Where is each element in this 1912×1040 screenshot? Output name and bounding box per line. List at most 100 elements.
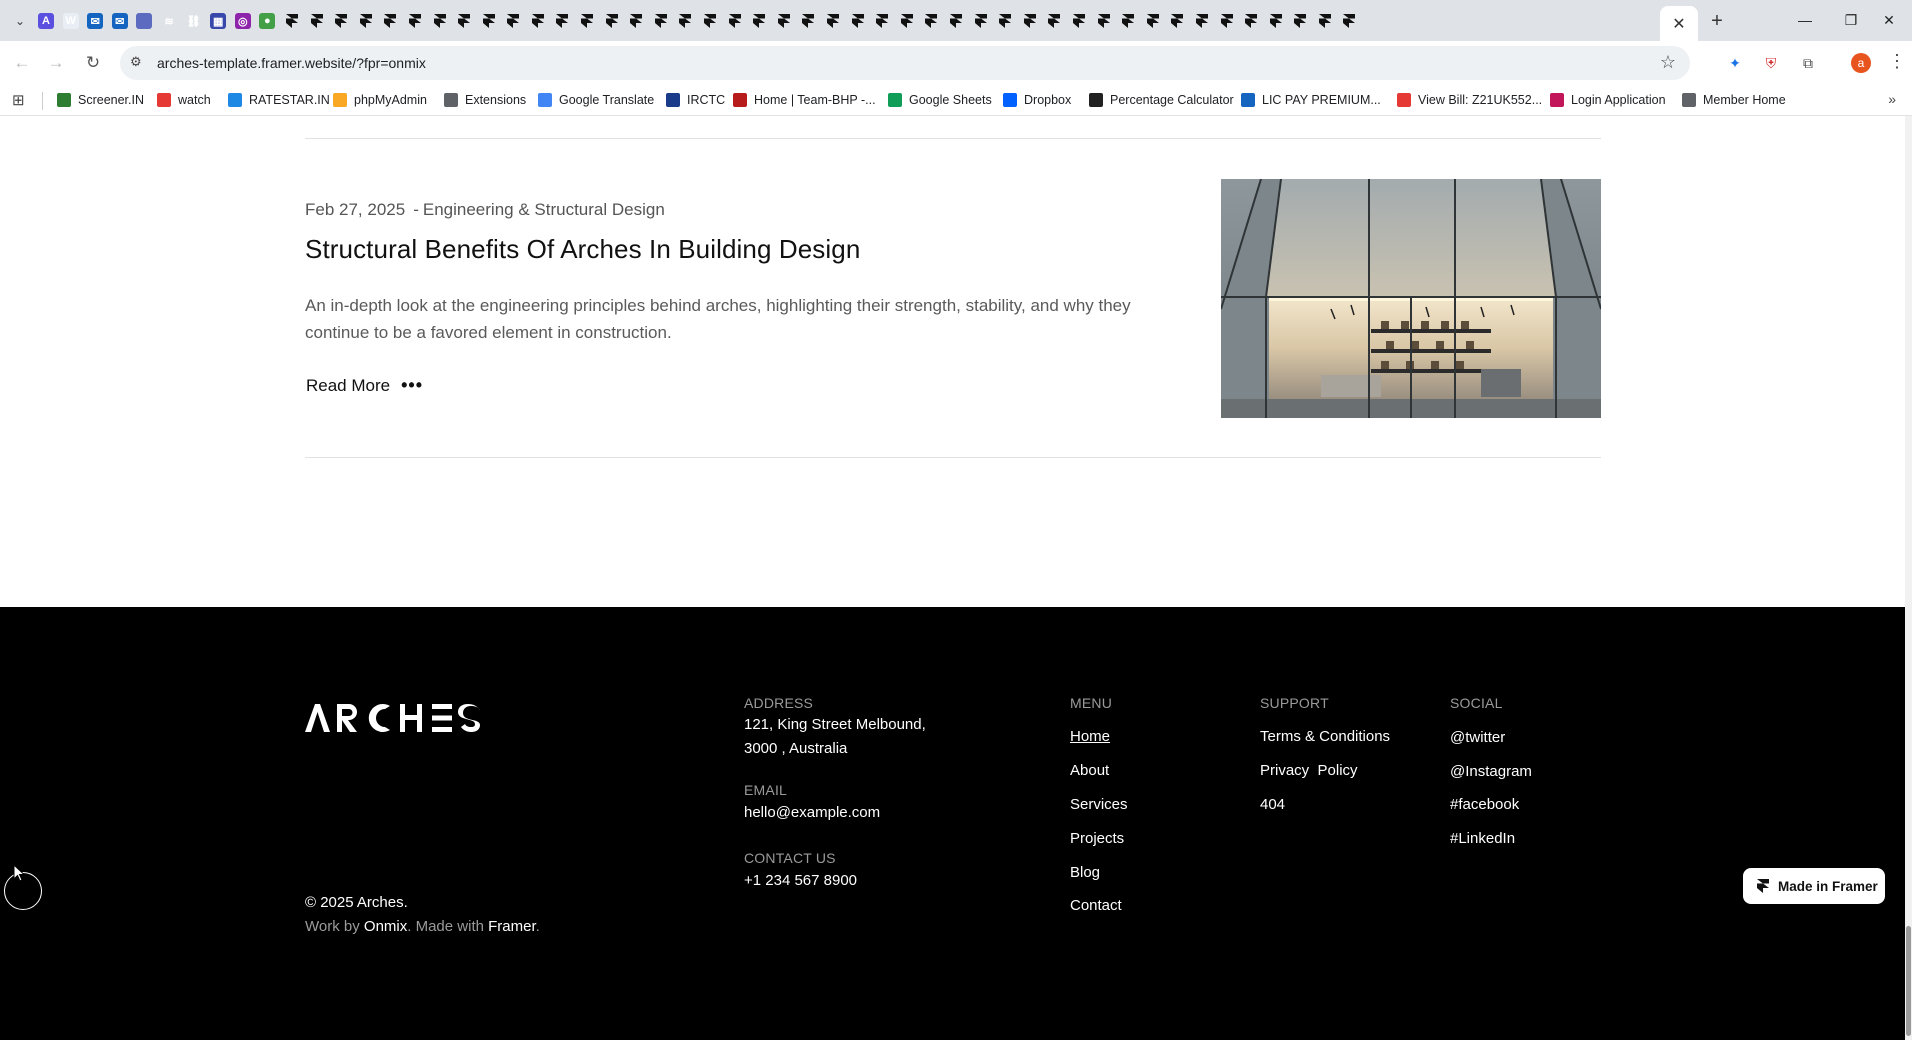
- bookmark-item[interactable]: watch: [157, 91, 211, 109]
- apps-grid-icon[interactable]: ⊞: [12, 93, 28, 109]
- pinned-tab-favicon[interactable]: ⛓: [185, 13, 202, 29]
- framer-tab-favicon[interactable]: [1096, 13, 1112, 29]
- framer-tab-favicon[interactable]: [973, 13, 989, 29]
- framer-tab-favicon[interactable]: [923, 13, 939, 29]
- bookmark-item[interactable]: View Bill: Z21UK552...: [1397, 91, 1542, 109]
- pinned-tab-favicon[interactable]: ◎: [234, 13, 251, 29]
- post-title[interactable]: Structural Benefits Of Arches In Buildin…: [305, 234, 860, 265]
- avatar[interactable]: a: [1851, 53, 1871, 73]
- framer-tab-favicon[interactable]: [1243, 13, 1259, 29]
- onmix-link[interactable]: Onmix: [364, 918, 407, 935]
- framer-tab-favicon[interactable]: [776, 13, 792, 29]
- pinned-tab-favicon[interactable]: ▦: [210, 13, 227, 29]
- menu-kebab-icon[interactable]: ⋮: [1888, 51, 1906, 72]
- framer-tab-favicon[interactable]: [702, 13, 718, 29]
- framer-tab-favicon[interactable]: [554, 13, 570, 29]
- active-tab[interactable]: ✕: [1660, 6, 1698, 41]
- bookmark-item[interactable]: Dropbox: [1003, 91, 1071, 109]
- pinned-tab-favicon[interactable]: [136, 13, 153, 29]
- scrollbar-thumb[interactable]: [1906, 926, 1911, 1036]
- framer-tab-favicon[interactable]: [1169, 13, 1185, 29]
- framer-tab-favicon[interactable]: [604, 13, 620, 29]
- footer-terms-link[interactable]: Terms & Conditions: [1260, 728, 1390, 745]
- minimize-icon[interactable]: —: [1782, 6, 1828, 34]
- social-twitter-link[interactable]: @twitter: [1450, 729, 1505, 746]
- framer-tab-favicon[interactable]: [432, 13, 448, 29]
- framer-tab-favicon[interactable]: [333, 13, 349, 29]
- framer-link[interactable]: Framer: [488, 918, 536, 935]
- extension-icon[interactable]: ✦: [1725, 53, 1745, 73]
- framer-tab-favicon[interactable]: [1268, 13, 1284, 29]
- framer-tab-favicon[interactable]: [530, 13, 546, 29]
- framer-tab-favicon[interactable]: [751, 13, 767, 29]
- pinned-tab-favicon[interactable]: ●: [259, 13, 276, 29]
- site-info-icon[interactable]: ⚙: [130, 54, 142, 70]
- framer-tab-favicon[interactable]: [653, 13, 669, 29]
- bookmark-item[interactable]: IRCTC: [666, 91, 725, 109]
- bookmark-item[interactable]: LIC PAY PREMIUM...: [1241, 91, 1381, 109]
- framer-tab-favicon[interactable]: [481, 13, 497, 29]
- address-bar[interactable]: ⚙ arches-template.framer.website/?fpr=on…: [120, 46, 1690, 80]
- email-link[interactable]: hello@example.com: [744, 801, 880, 825]
- footer-menu-services[interactable]: Services: [1070, 796, 1128, 813]
- page-scrollbar[interactable]: [1905, 116, 1912, 1040]
- pinned-tab-favicon[interactable]: W: [62, 13, 79, 29]
- bookmark-item[interactable]: Google Translate: [538, 91, 654, 109]
- bookmark-item[interactable]: Home | Team-BHP -...: [733, 91, 876, 109]
- framer-tab-favicon[interactable]: [628, 13, 644, 29]
- pinned-tab-favicon[interactable]: ≋: [160, 13, 177, 29]
- social-facebook-link[interactable]: #facebook: [1450, 796, 1519, 813]
- made-in-framer-badge[interactable]: Made in Framer: [1743, 868, 1885, 904]
- footer-menu-projects[interactable]: Projects: [1070, 830, 1124, 847]
- framer-tab-favicon[interactable]: [997, 13, 1013, 29]
- bookmark-item[interactable]: Screener.IN: [57, 91, 144, 109]
- shield-icon[interactable]: ⛨: [1761, 53, 1781, 73]
- framer-tab-favicon[interactable]: [1292, 13, 1308, 29]
- footer-menu-home[interactable]: Home: [1070, 728, 1110, 745]
- framer-tab-favicon[interactable]: [382, 13, 398, 29]
- footer-menu-contact[interactable]: Contact: [1070, 897, 1122, 914]
- reload-icon[interactable]: ↻: [79, 49, 107, 77]
- framer-tab-favicon[interactable]: [309, 13, 325, 29]
- framer-tab-favicon[interactable]: [456, 13, 472, 29]
- bookmark-item[interactable]: Extensions: [444, 91, 526, 109]
- puzzle-icon[interactable]: ⧉: [1798, 53, 1818, 73]
- bookmark-star-icon[interactable]: ☆: [1660, 52, 1676, 73]
- framer-tab-favicon[interactable]: [407, 13, 423, 29]
- social-linkedin-link[interactable]: #LinkedIn: [1450, 830, 1515, 847]
- post-thumbnail[interactable]: [1221, 179, 1601, 418]
- footer-404-link[interactable]: 404: [1260, 796, 1285, 813]
- bookmark-item[interactable]: RATESTAR.IN: [228, 91, 330, 109]
- framer-tab-favicon[interactable]: [579, 13, 595, 29]
- pinned-tab-favicon[interactable]: ✉: [111, 13, 128, 29]
- url-text[interactable]: arches-template.framer.website/?fpr=onmi…: [157, 55, 426, 71]
- framer-tab-favicon[interactable]: [1341, 13, 1357, 29]
- read-more-link[interactable]: Read More •••: [306, 375, 423, 396]
- forward-icon[interactable]: →: [42, 49, 70, 77]
- bookmark-item[interactable]: Login Application: [1550, 91, 1666, 109]
- tab-search-icon[interactable]: ⌄: [8, 10, 32, 32]
- back-icon[interactable]: ←: [8, 49, 36, 77]
- more-bookmarks-icon[interactable]: »: [1888, 91, 1896, 107]
- bookmark-item[interactable]: phpMyAdmin: [333, 91, 427, 109]
- close-window-icon[interactable]: ✕: [1866, 6, 1912, 34]
- framer-tab-favicon[interactable]: [1219, 13, 1235, 29]
- framer-tab-favicon[interactable]: [800, 13, 816, 29]
- pinned-tab-favicon[interactable]: ✉: [87, 13, 104, 29]
- framer-tab-favicon[interactable]: [1120, 13, 1136, 29]
- pinned-tab-favicon[interactable]: A: [38, 13, 54, 29]
- framer-tab-favicon[interactable]: [284, 13, 300, 29]
- framer-tab-favicon[interactable]: [1071, 13, 1087, 29]
- framer-tab-favicon[interactable]: [899, 13, 915, 29]
- framer-tab-favicon[interactable]: [1145, 13, 1161, 29]
- bookmark-item[interactable]: Google Sheets: [888, 91, 992, 109]
- framer-tab-favicon[interactable]: [1046, 13, 1062, 29]
- framer-tab-favicon[interactable]: [874, 13, 890, 29]
- framer-tab-favicon[interactable]: [677, 13, 693, 29]
- footer-menu-about[interactable]: About: [1070, 762, 1109, 779]
- close-tab-icon[interactable]: ✕: [1672, 14, 1685, 34]
- framer-tab-favicon[interactable]: [850, 13, 866, 29]
- new-tab-button[interactable]: +: [1704, 8, 1730, 34]
- footer-menu-blog[interactable]: Blog: [1070, 864, 1100, 881]
- framer-tab-favicon[interactable]: [358, 13, 374, 29]
